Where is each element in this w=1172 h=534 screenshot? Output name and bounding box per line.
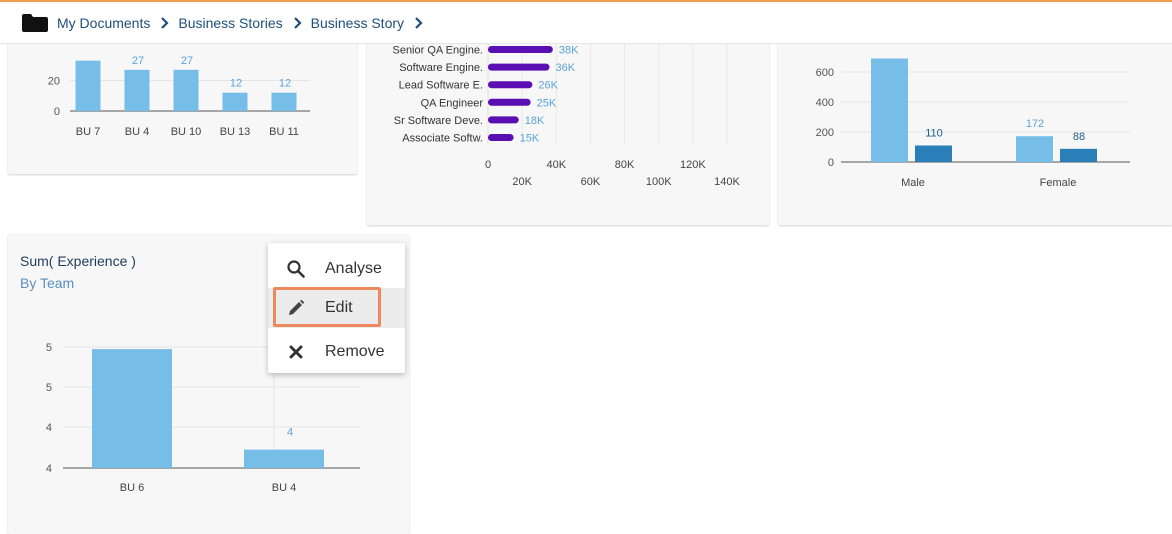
- y-tick-label: 400: [816, 97, 834, 109]
- bar: [871, 58, 908, 162]
- menu-item-label: Edit: [325, 299, 353, 316]
- x-tick-label: BU 4: [272, 482, 296, 494]
- x-tick-label: Female: [1040, 177, 1077, 189]
- bar: [488, 134, 514, 141]
- y-tick-label: Software Engine.: [399, 62, 483, 74]
- close-icon: [286, 342, 306, 362]
- y-tick-label: 4: [46, 463, 52, 475]
- y-tick-label: Lead Software E.: [399, 80, 483, 92]
- y-tick-label: 5: [46, 342, 52, 354]
- x-tick-label: BU 10: [171, 126, 202, 138]
- y-tick-label: Sr Software Deve.: [394, 115, 483, 127]
- data-label: 172: [1026, 118, 1044, 130]
- x-tick-label: 100K: [646, 176, 672, 188]
- chevron-right-icon: [413, 16, 425, 29]
- chart-card-gender[interactable]: 0 200 400 600 110 Male 172 88 Female: [778, 40, 1172, 225]
- data-label: 18K: [525, 115, 545, 127]
- x-tick-label: 60K: [581, 176, 601, 188]
- chart-card-bu[interactable]: 0 20 BU 7 27 BU 4 27 BU 10 12 BU 13 12 BU 11: [8, 40, 357, 174]
- data-label: 110: [925, 128, 943, 140]
- y-tick-label: 20: [48, 76, 60, 88]
- bar: [488, 46, 553, 53]
- bar: [1060, 148, 1097, 162]
- breadcrumb-business-story[interactable]: Business Story: [311, 15, 404, 31]
- x-tick-label: Male: [901, 177, 925, 189]
- x-tick-label: 140K: [714, 176, 740, 188]
- y-tick-label: 600: [816, 67, 834, 79]
- chart-card-designation[interactable]: 38K Senior QA Engine. 36K Software Engine. 2…: [367, 40, 769, 225]
- bar: [124, 69, 150, 111]
- menu-item-label: Analyse: [325, 260, 382, 277]
- pencil-icon: [286, 298, 306, 318]
- bar: [75, 60, 101, 111]
- menu-item-label: Remove: [325, 343, 385, 360]
- chevron-right-icon: [159, 16, 171, 29]
- menu-item-edit[interactable]: Edit: [268, 288, 405, 328]
- grouped-bar-chart: 0 200 400 600 110 Male 172 88 Female: [816, 41, 1130, 189]
- bar: [222, 92, 248, 111]
- x-tick-label: 40K: [546, 159, 566, 171]
- data-label: 15K: [520, 133, 540, 145]
- x-tick-label: BU 13: [220, 126, 251, 138]
- x-tick-label: BU 4: [125, 126, 149, 138]
- x-tick-label: 20K: [512, 176, 532, 188]
- y-tick-label: 4: [46, 422, 52, 434]
- y-tick-label: Senior QA Engine.: [392, 45, 483, 57]
- context-menu: Analyse Edit Remove: [268, 243, 405, 373]
- bar: [244, 449, 324, 468]
- chevron-right-icon: [292, 16, 304, 29]
- y-tick-label: 0: [828, 157, 834, 169]
- data-label: 36K: [555, 62, 575, 74]
- bar: [488, 63, 550, 71]
- menu-item-analyse[interactable]: Analyse: [268, 249, 405, 289]
- data-label: 27: [181, 55, 193, 67]
- bar-chart-bu: 0 20 BU 7 27 BU 4 27 BU 10 12 BU 13 12 BU 11: [48, 55, 310, 138]
- data-label: 12: [230, 78, 242, 90]
- bar: [488, 116, 519, 124]
- menu-item-remove[interactable]: Remove: [268, 332, 405, 372]
- y-tick-label: 0: [54, 106, 60, 118]
- breadcrumb-my-documents[interactable]: My Documents: [57, 15, 150, 31]
- y-tick-label: 200: [816, 127, 834, 139]
- data-label: 4: [287, 427, 293, 439]
- bar: [488, 81, 533, 89]
- bar: [488, 98, 531, 106]
- folder-icon: [22, 13, 48, 32]
- x-tick-label: BU 11: [269, 126, 299, 138]
- data-label: 12: [279, 78, 291, 90]
- bar: [1016, 136, 1053, 162]
- data-label: 38K: [559, 45, 579, 57]
- y-tick-label: 5: [46, 382, 52, 394]
- x-tick-label: BU 7: [76, 126, 100, 138]
- y-tick-label: QA Engineer: [421, 97, 484, 109]
- breadcrumb-bar: My Documents Business Stories Business S…: [0, 0, 1172, 44]
- horizontal-bar-chart: 38K Senior QA Engine. 36K Software Engine. 2…: [392, 40, 741, 188]
- x-tick-label: 120K: [680, 159, 706, 171]
- bar: [173, 69, 199, 111]
- y-tick-label: Associate Softw.: [402, 133, 483, 145]
- bar: [915, 145, 952, 162]
- data-label: 88: [1073, 131, 1085, 143]
- bar: [92, 349, 172, 468]
- bar: [271, 92, 297, 111]
- x-tick-label: 0: [485, 159, 491, 171]
- data-label: 26K: [538, 80, 558, 92]
- x-tick-label: 80K: [615, 159, 635, 171]
- data-label: 25K: [537, 97, 557, 109]
- data-label: 27: [132, 55, 144, 67]
- breadcrumb-business-stories[interactable]: Business Stories: [178, 15, 282, 31]
- x-tick-label: BU 6: [120, 482, 144, 494]
- search-icon: [286, 259, 306, 279]
